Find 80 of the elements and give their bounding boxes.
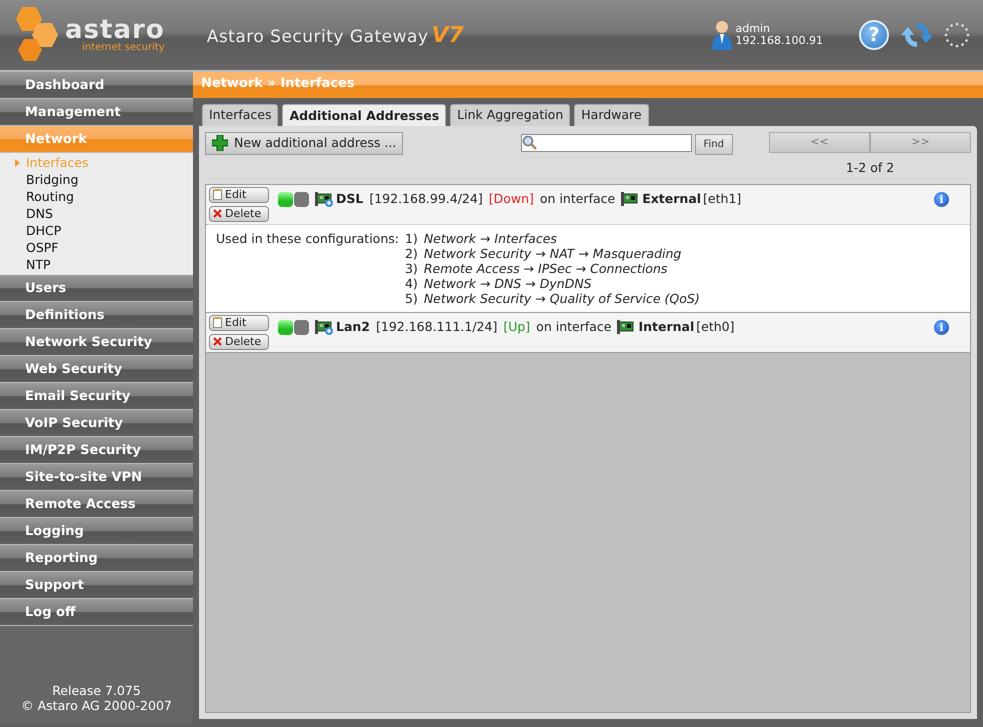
tab[interactable]: Interfaces bbox=[202, 104, 278, 126]
sidebar-item[interactable]: VoIP Security bbox=[0, 410, 193, 437]
sidebar-subitem[interactable]: NTP bbox=[0, 256, 193, 273]
usage-link[interactable]: Network Security → NAT → Masquerading bbox=[424, 246, 682, 261]
delete-button[interactable]: Delete bbox=[209, 334, 269, 350]
on-interface-label: on interface bbox=[540, 190, 616, 208]
usage-link[interactable]: Remote Access → IPSec → Connections bbox=[424, 260, 668, 276]
sidebar-item[interactable]: Log off bbox=[0, 599, 193, 626]
sidebar-subitem[interactable]: Bridging bbox=[0, 171, 193, 188]
sidebar-item[interactable]: Email Security bbox=[0, 383, 193, 410]
new-address-button[interactable]: New additional address ... bbox=[205, 132, 404, 155]
usage-number: 4) bbox=[404, 276, 418, 291]
link-status: [Up] bbox=[503, 318, 530, 336]
plus-icon bbox=[212, 135, 228, 152]
search-field[interactable] bbox=[520, 134, 692, 152]
on-interface-label: on interface bbox=[536, 318, 612, 336]
status-toggle[interactable] bbox=[278, 320, 309, 335]
sidebar-subitem[interactable]: DNS bbox=[0, 205, 193, 222]
logo-tagline: internet security bbox=[81, 43, 165, 53]
arrow-icon bbox=[15, 159, 20, 167]
edit-button[interactable]: Edit bbox=[209, 186, 269, 203]
status-toggle[interactable] bbox=[278, 192, 309, 207]
sidebar-subitem[interactable]: DHCP bbox=[0, 222, 193, 239]
logo-text: astaro bbox=[65, 17, 165, 43]
user-icon bbox=[710, 20, 733, 50]
sidebar-item[interactable]: Management bbox=[0, 99, 193, 126]
interface-name: External bbox=[642, 190, 702, 208]
page-count: 1-2 of 2 bbox=[844, 159, 896, 177]
network-card-icon bbox=[315, 319, 333, 336]
sidebar-item[interactable]: Remote Access bbox=[0, 491, 193, 518]
sidebar-item[interactable]: Site-to-site VPN bbox=[0, 464, 193, 491]
edit-button[interactable]: Edit bbox=[209, 314, 269, 331]
usage-number: 1) bbox=[404, 230, 418, 246]
tab[interactable]: Link Aggregation bbox=[450, 104, 570, 126]
address-name: DSL bbox=[336, 190, 364, 208]
interface-name: Internal bbox=[638, 318, 694, 336]
link-status: [Down] bbox=[488, 190, 534, 208]
search-icon bbox=[522, 135, 538, 151]
copyright-label: © Astaro AG 2000-2007 bbox=[20, 698, 173, 713]
device-name: [eth1] bbox=[703, 190, 742, 208]
sidebar-item[interactable]: Definitions bbox=[0, 302, 193, 329]
sidebar-item[interactable]: Network Security bbox=[0, 329, 193, 356]
sidebar-item[interactable]: Users bbox=[0, 275, 193, 302]
loading-icon bbox=[943, 21, 971, 49]
sidebar-subitem[interactable]: Routing bbox=[0, 188, 193, 205]
sidebar-item[interactable]: Dashboard bbox=[0, 72, 193, 99]
network-card-icon bbox=[621, 191, 640, 208]
tab[interactable]: Hardware bbox=[574, 104, 649, 126]
address-cidr: [192.168.99.4/24] bbox=[369, 190, 483, 208]
address-name: Lan2 bbox=[336, 318, 370, 336]
close-icon bbox=[213, 209, 222, 218]
usage-label: Used in these configurations: bbox=[216, 230, 399, 248]
sidebar-item[interactable]: IM/P2P Security bbox=[0, 437, 193, 464]
user-name: admin bbox=[736, 22, 771, 35]
usage-link[interactable]: Network → Interfaces bbox=[424, 230, 557, 246]
tab[interactable]: Additional Addresses bbox=[282, 104, 446, 126]
usage-number: 5) bbox=[404, 290, 418, 306]
sidebar-item[interactable]: Web Security bbox=[0, 356, 193, 383]
network-card-icon bbox=[315, 191, 333, 208]
version-label: V7 bbox=[432, 22, 464, 50]
close-icon bbox=[213, 337, 222, 346]
find-button[interactable]: Find bbox=[694, 134, 733, 155]
device-name: [eth0] bbox=[696, 318, 734, 336]
network-card-icon bbox=[617, 319, 636, 336]
usage-number: 3) bbox=[404, 260, 418, 276]
usage-number: 2) bbox=[404, 246, 418, 261]
sidebar-item[interactable]: Logging bbox=[0, 518, 193, 545]
sidebar-item[interactable]: Reporting bbox=[0, 545, 193, 572]
address-cidr: [192.168.111.1/24] bbox=[376, 318, 498, 336]
usage-link[interactable]: Network → DNS → DynDNS bbox=[424, 276, 592, 291]
notepad-icon bbox=[213, 189, 222, 200]
breadcrumb: Network » Interfaces bbox=[193, 72, 983, 98]
sidebar-subitem[interactable]: OSPF bbox=[0, 239, 193, 256]
release-label: Release 7.075 bbox=[51, 683, 142, 698]
ip-address: 192.168.100.91 bbox=[736, 35, 823, 48]
usage-link[interactable]: Network Security → Quality of Service (QoS) bbox=[424, 290, 700, 306]
notepad-icon bbox=[213, 317, 222, 328]
delete-button[interactable]: Delete bbox=[209, 206, 269, 222]
product-name: Astaro Security Gateway bbox=[206, 26, 428, 48]
sidebar-item[interactable]: Support bbox=[0, 572, 193, 599]
